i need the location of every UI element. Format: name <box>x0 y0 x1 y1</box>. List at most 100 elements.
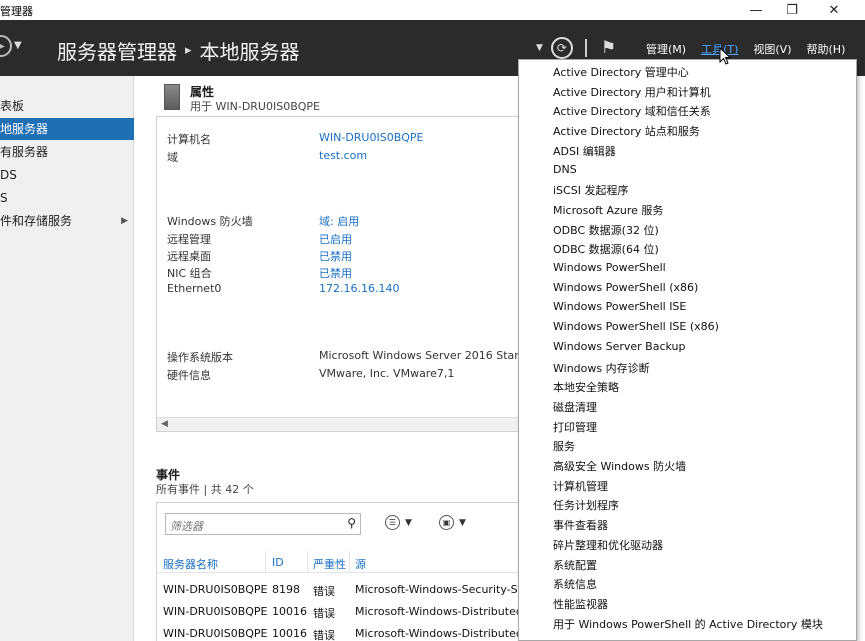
menu-item-tool[interactable]: 性能监视器 <box>553 596 608 614</box>
table-row[interactable]: WIN-DRU0IS0BQPE 8198 错误 Microsoft-Window… <box>157 583 545 605</box>
menu-item-tool[interactable]: Windows 内存诊断 <box>553 360 650 378</box>
sidebar-item-local-server[interactable]: 地服务器 <box>0 118 134 140</box>
nic-teaming-link[interactable]: 已禁用 <box>319 265 352 281</box>
menu-item-tool[interactable]: 任务计划程序 <box>553 497 619 515</box>
col-id[interactable]: ID <box>272 556 284 569</box>
menu-item-tool[interactable]: 系统信息 <box>553 576 597 594</box>
sidebar-item-dns[interactable]: S <box>0 187 134 209</box>
close-button[interactable]: ✕ <box>816 0 852 20</box>
properties-subtitle: 用于 WIN-DRU0IS0BQPE <box>190 100 320 113</box>
menu-item-tool[interactable]: 计算机管理 <box>553 478 608 496</box>
restore-button[interactable]: ❐ <box>774 0 810 20</box>
event-server: WIN-DRU0IS0BQPE <box>163 583 268 596</box>
os-version-value: Microsoft Windows Server 2016 Standa <box>319 349 535 362</box>
remote-desktop-link[interactable]: 已禁用 <box>319 248 352 264</box>
menu-item-tool[interactable]: 用于 Windows PowerShell 的 Active Directory… <box>553 616 823 634</box>
prop-label: NIC 组合 <box>167 267 212 280</box>
menu-item-tool[interactable]: Windows PowerShell (x86) <box>553 281 698 299</box>
table-row[interactable]: WIN-DRU0IS0BQPE 10016 错误 Microsoft-Windo… <box>157 605 545 627</box>
refresh-icon[interactable]: ⟳ <box>550 37 573 59</box>
events-subtitle: 所有事件 | 共 42 个 <box>156 483 254 496</box>
breadcrumb-separator: ▸ <box>185 43 192 58</box>
menu-item-tool[interactable]: DNS <box>553 163 577 181</box>
event-severity: 错误 <box>313 585 335 598</box>
menu-item-tool[interactable]: Microsoft Azure 服务 <box>553 202 663 220</box>
menu-item-tool[interactable]: 碎片整理和优化驱动器 <box>553 537 663 555</box>
menu-item-tool[interactable]: 打印管理 <box>553 419 597 437</box>
minimize-button[interactable]: — <box>738 0 774 20</box>
menu-item-tool[interactable]: iSCSI 发起程序 <box>553 182 628 200</box>
sidebar-item-label: DS <box>0 168 17 182</box>
sidebar-item-label: 表板 <box>0 99 25 113</box>
sidebar-item-all-servers[interactable]: 有服务器 <box>0 141 134 163</box>
menu-help[interactable]: 帮助(H) <box>807 41 846 57</box>
horizontal-scrollbar[interactable]: ◀ <box>157 417 545 431</box>
sidebar-item-label: 件和存储服务 <box>0 214 73 228</box>
expand-arrow-icon[interactable]: ▶ <box>121 210 128 232</box>
events-table-header: 服务器名称 ID 严重性 源 <box>157 551 545 573</box>
menu-item-tool[interactable]: Active Directory 站点和服务 <box>553 123 700 141</box>
col-server-name[interactable]: 服务器名称 <box>163 556 218 572</box>
menu-item-tool[interactable]: 系统配置 <box>553 557 597 575</box>
computer-name-link[interactable]: WIN-DRU0IS0BQPE <box>319 131 424 144</box>
sidebar-item-dashboard[interactable]: 表板 <box>0 95 134 117</box>
breadcrumb-current: 本地服务器 <box>199 40 300 64</box>
remote-management-link[interactable]: 已启用 <box>319 231 352 247</box>
menu-item-tool[interactable]: ODBC 数据源(32 位) <box>553 222 659 240</box>
sidebar: 表板 地服务器 有服务器 DS S 件和存储服务 ▶ <box>0 76 134 641</box>
save-icon: ▣ <box>439 515 454 530</box>
sidebar-item-label: 地服务器 <box>0 122 49 136</box>
event-severity: 错误 <box>313 629 335 641</box>
notifications-flag-icon[interactable]: ⚑ <box>601 38 616 58</box>
menu-item-tool[interactable]: Windows Server Backup <box>553 340 686 358</box>
menu-item-tool[interactable]: 本地安全策略 <box>553 379 619 397</box>
menu-item-tool[interactable]: Active Directory 管理中心 <box>553 64 689 82</box>
menu-item-tool[interactable]: 服务 <box>553 438 575 456</box>
list-icon: ☰ <box>385 515 400 530</box>
scroll-left-icon[interactable]: ◀ <box>161 419 168 429</box>
sidebar-item-ad-ds[interactable]: DS <box>0 164 134 186</box>
col-severity[interactable]: 严重性 <box>313 556 346 572</box>
list-options-button[interactable]: ☰ ▼ <box>385 515 412 530</box>
prop-label: 远程桌面 <box>167 250 211 263</box>
save-query-button[interactable]: ▣ ▼ <box>439 515 466 530</box>
menu-manage[interactable]: 管理(M) <box>646 41 686 57</box>
sidebar-item-file-storage[interactable]: 件和存储服务 ▶ <box>0 210 134 232</box>
menu-item-tool[interactable]: Active Directory 用户和计算机 <box>553 84 711 102</box>
table-row[interactable]: WIN-DRU0IS0BQPE 10016 错误 Microsoft-Windo… <box>157 627 545 641</box>
history-dropdown-icon[interactable]: ▼ <box>536 43 543 53</box>
menu-item-tool[interactable]: 高级安全 Windows 防火墙 <box>553 458 686 476</box>
title-bar: 管理器 — ❐ ✕ <box>0 0 865 20</box>
menu-item-tool[interactable]: Active Directory 域和信任关系 <box>553 103 711 121</box>
prop-label: 域 <box>167 151 178 164</box>
event-server: WIN-DRU0IS0BQPE <box>163 605 268 618</box>
event-source: Microsoft-Windows-Distributed <box>355 627 521 640</box>
domain-link[interactable]: test.com <box>319 149 367 162</box>
menu-item-tool[interactable]: ODBC 数据源(64 位) <box>553 241 659 259</box>
breadcrumb-root[interactable]: 服务器管理器 <box>57 36 177 65</box>
menu-item-tool[interactable]: Windows PowerShell ISE <box>553 300 686 318</box>
search-icon[interactable]: ⚲ <box>347 516 356 530</box>
menu-item-tool[interactable]: 磁盘清理 <box>553 399 597 417</box>
filter-input[interactable]: 筛选器 ⚲ <box>165 513 361 535</box>
menu-view[interactable]: 视图(V) <box>753 41 791 57</box>
event-id: 8198 <box>272 583 300 596</box>
firewall-link[interactable]: 域: 启用 <box>319 213 359 229</box>
prop-label: 硬件信息 <box>167 369 211 382</box>
prop-label: 操作系统版本 <box>167 351 233 364</box>
prop-label: 远程管理 <box>167 233 211 246</box>
event-source: Microsoft-Windows-Security-SP <box>355 583 521 596</box>
tools-menu-dropdown: Active Directory 管理中心 Active Directory 用户… <box>518 59 857 641</box>
breadcrumb: 服务器管理器 ▸ 本地服务器 <box>57 36 300 65</box>
menu-item-tool[interactable]: ADSI 编辑器 <box>553 143 616 161</box>
menu-item-tool[interactable]: Windows PowerShell ISE (x86) <box>553 320 719 338</box>
back-icon[interactable]: ▶ <box>0 35 12 57</box>
divider <box>307 551 308 573</box>
col-source[interactable]: 源 <box>355 556 366 572</box>
menu-item-tool[interactable]: Windows PowerShell <box>553 261 666 279</box>
chevron-down-icon[interactable]: ▼ <box>14 40 22 51</box>
sidebar-item-label: S <box>0 191 8 205</box>
menu-bar: 管理(M) 工具(T) 视图(V) 帮助(H) <box>646 41 860 57</box>
menu-item-tool[interactable]: 事件查看器 <box>553 517 608 535</box>
ethernet-link[interactable]: 172.16.16.140 <box>319 282 399 295</box>
